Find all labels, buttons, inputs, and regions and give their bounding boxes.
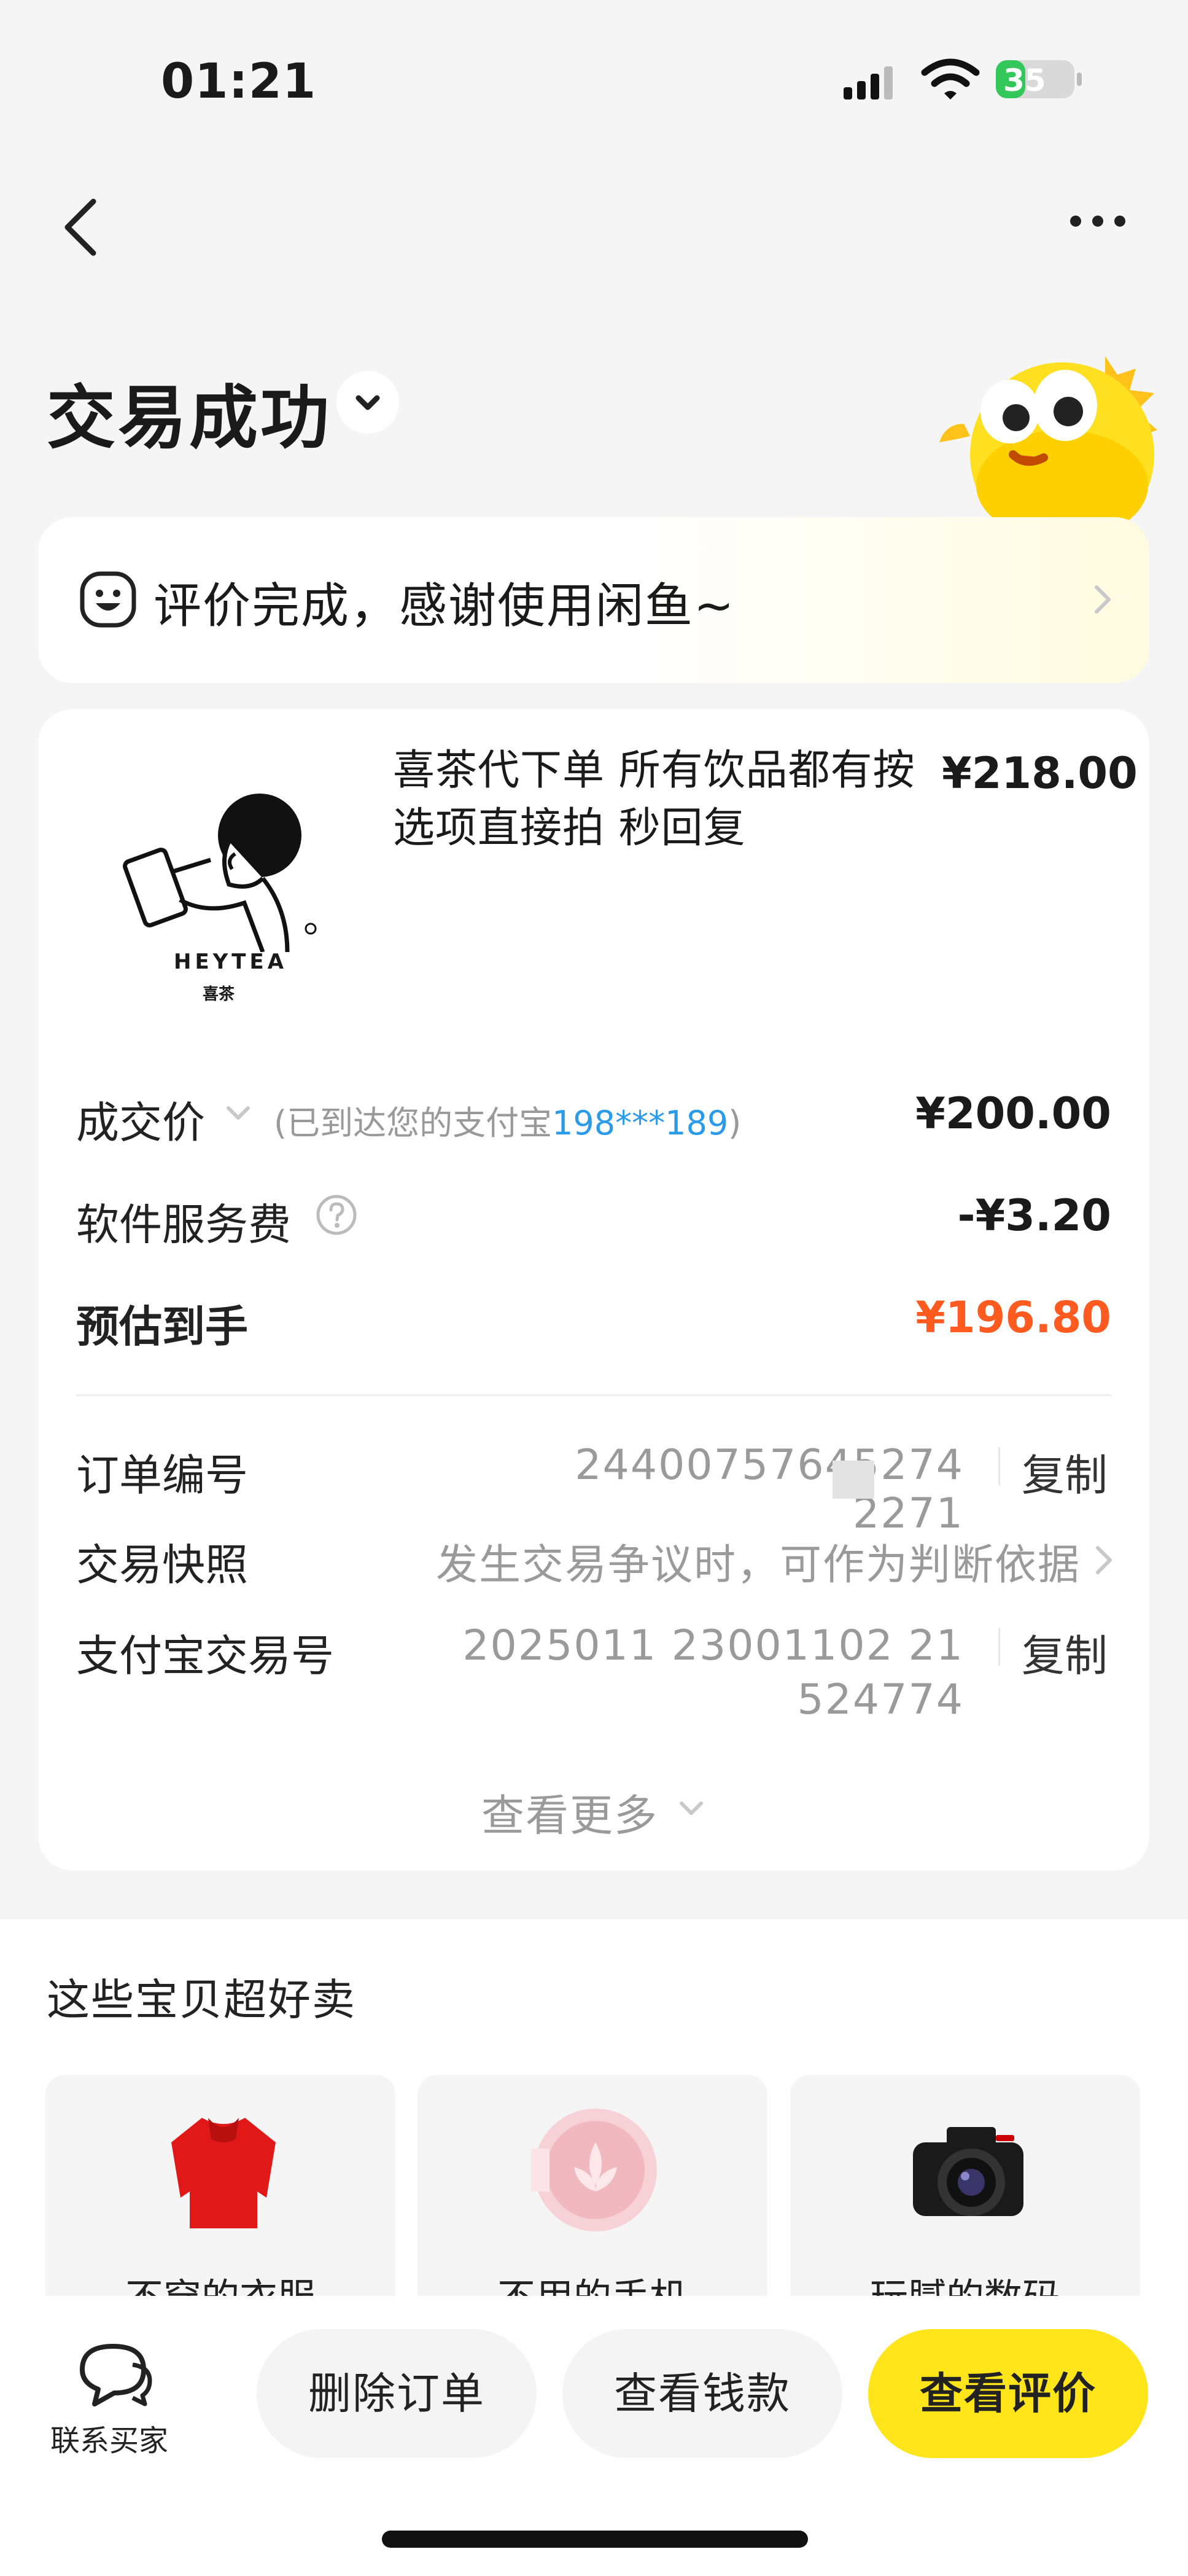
alipay-trade-value: 2025011 23001102 21 bbox=[462, 1622, 964, 1670]
service-fee-value: -¥3.20 bbox=[957, 1190, 1111, 1241]
back-button[interactable] bbox=[56, 197, 106, 258]
estimated-income-value: ¥196.80 bbox=[915, 1292, 1111, 1343]
deal-price-label: 成交价 bbox=[76, 1098, 205, 1148]
deal-note-suffix: ) bbox=[728, 1104, 742, 1142]
page-title: 交易成功 bbox=[47, 378, 332, 458]
chevron-right-icon bbox=[1095, 585, 1111, 614]
divider bbox=[76, 1394, 1111, 1396]
recommend-card[interactable]: 玩腻的数码 bbox=[790, 2075, 1140, 2320]
cellular-signal-icon bbox=[844, 66, 893, 100]
order-number-value: 24400757645274 2271 bbox=[575, 1441, 964, 1538]
status-expand-button[interactable] bbox=[336, 371, 399, 434]
red-sweater-icon bbox=[171, 2118, 276, 2228]
copy-alipay-number-button[interactable]: 复制 bbox=[1022, 1622, 1108, 1684]
chevron-down-icon bbox=[680, 1801, 703, 1815]
recommend-card[interactable]: 不穿的衣服 bbox=[45, 2075, 395, 2320]
heytea-logo-icon bbox=[123, 794, 317, 952]
snapshot-label: 交易快照 bbox=[76, 1540, 248, 1590]
view-more-button[interactable]: 查看更多 bbox=[481, 1781, 658, 1843]
alipay-account: 198***189 bbox=[552, 1104, 729, 1142]
deal-note-prefix: (已到达您的支付宝 bbox=[274, 1104, 553, 1142]
alipay-trade-value-line2: 524774 bbox=[797, 1676, 964, 1724]
item-price: ¥218.00 bbox=[942, 748, 1138, 798]
chevron-down-icon bbox=[355, 395, 380, 410]
chevron-right-icon bbox=[1096, 1546, 1112, 1574]
estimated-income-label: 预估到手 bbox=[76, 1302, 248, 1352]
alipay-trade-label: 支付宝交易号 bbox=[76, 1631, 334, 1681]
deal-price-note: (已到达您的支付宝198***189) bbox=[274, 1096, 741, 1144]
snapshot-value[interactable]: 发生交易争议时，可作为判断依据 bbox=[405, 1531, 1081, 1591]
wifi-icon bbox=[921, 58, 980, 100]
copy-order-number-button[interactable]: 复制 bbox=[1022, 1441, 1108, 1503]
status-time: 01:21 bbox=[161, 54, 317, 109]
smile-face-icon bbox=[80, 571, 136, 628]
recommend-card[interactable]: 不用的手机 bbox=[417, 2075, 767, 2320]
chevron-down-icon[interactable] bbox=[221, 1099, 255, 1126]
recommend-title: 这些宝贝超好卖 bbox=[47, 1975, 356, 2025]
product-thumbnail[interactable]: HEYTEA 喜茶 bbox=[103, 768, 336, 1026]
camera-icon bbox=[913, 2127, 1023, 2216]
chat-icon[interactable] bbox=[76, 2340, 153, 2408]
help-icon[interactable] bbox=[314, 1193, 359, 1237]
pink-phone-icon bbox=[531, 2109, 657, 2231]
thumbnail-brand: HEYTEA bbox=[174, 950, 288, 974]
xianyu-mascot-icon bbox=[939, 356, 1157, 534]
redaction-mask bbox=[833, 1461, 874, 1499]
home-indicator bbox=[382, 2531, 808, 2548]
delete-order-button[interactable]: 删除订单 bbox=[257, 2329, 537, 2458]
review-banner-text: 评价完成，感谢使用闲鱼~ bbox=[153, 579, 736, 634]
thumbnail-brand-cn: 喜茶 bbox=[203, 985, 235, 1004]
order-number-label: 订单编号 bbox=[76, 1450, 248, 1501]
view-money-button[interactable]: 查看钱款 bbox=[562, 2329, 842, 2458]
battery-indicator: 35 bbox=[995, 59, 1084, 100]
view-review-button[interactable]: 查看评价 bbox=[868, 2329, 1148, 2458]
contact-buyer-label[interactable]: 联系买家 bbox=[50, 2416, 168, 2459]
divider bbox=[998, 1628, 1000, 1666]
service-fee-label: 软件服务费 bbox=[76, 1200, 291, 1250]
battery-level: 35 bbox=[1003, 63, 1046, 98]
item-title[interactable]: 喜茶代下单 所有饮品都有按选项直接拍 秒回复 bbox=[393, 742, 927, 857]
deal-price-value: ¥200.00 bbox=[915, 1088, 1111, 1139]
divider bbox=[998, 1447, 1000, 1485]
more-options-icon[interactable] bbox=[1068, 209, 1127, 233]
